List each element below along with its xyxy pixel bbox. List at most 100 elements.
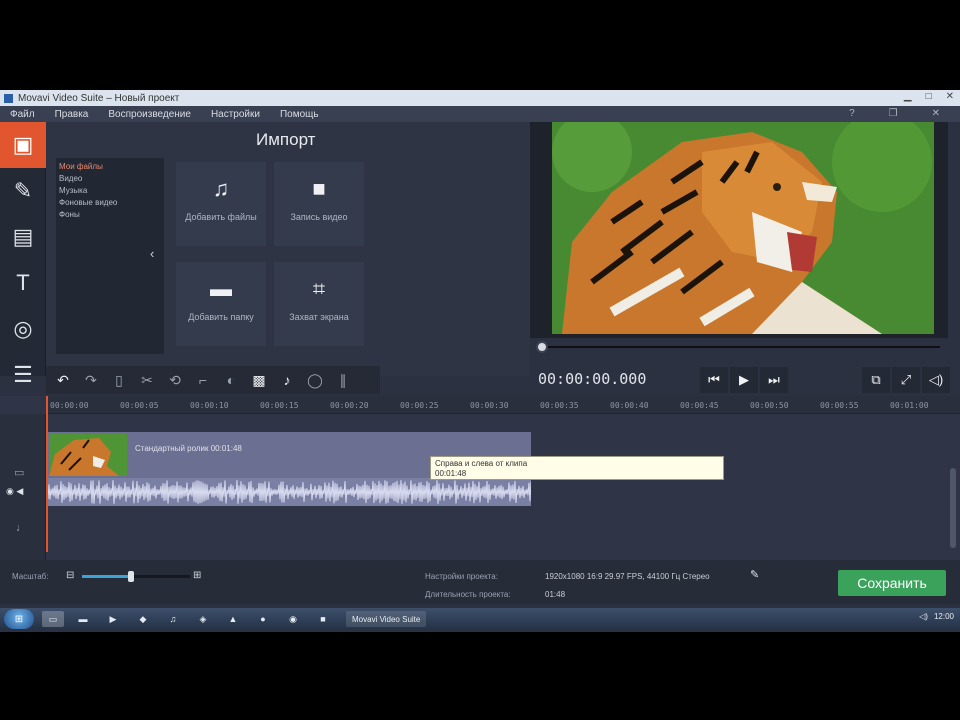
detach-preview-icon[interactable]: ⧉ [862,367,890,393]
color-adjust-icon[interactable]: ◐ [220,369,242,391]
ruler-tick-label: 00:00:25 [400,401,439,410]
ruler-tick-label: 00:00:55 [820,401,859,410]
timeline-ruler[interactable]: 00:00:00 00:00:05 00:00:10 00:00:15 00:00:20… [46,396,960,414]
edit-settings-icon[interactable]: ✎ [750,568,759,581]
taskbar-app5-icon[interactable]: ◉ [282,611,304,627]
add-folder-tile[interactable]: ▬ Добавить папку [176,262,266,346]
category-background-video[interactable]: Фоновые видео [59,198,161,210]
zoom-fill [82,575,131,578]
taskbar-explorer-icon[interactable]: ▭ [42,611,64,627]
taskbar-media-icon[interactable]: ▶ [102,611,124,627]
import-tool-icon[interactable]: ▣ [0,122,46,168]
timecode: 00:00:00.000 [538,370,647,388]
volume-icon[interactable]: ◁) [922,367,950,393]
category-backgrounds[interactable]: Фоны [59,210,161,222]
preview-scrubber[interactable] [536,341,940,353]
import-panel: Импорт Мои файлы Видео Музыка Фоновые ви… [46,122,530,376]
menu-bar: Файл Правка Воспроизведение Настройки По… [0,106,960,122]
taskbar-app6-icon[interactable]: ■ [312,611,334,627]
mute-track-icon[interactable]: ◉ ◀ [6,486,23,497]
taskbar-headphones-icon[interactable]: ♫ [162,611,184,627]
delete-icon[interactable]: ▯ [108,369,130,391]
audio-waveform[interactable] [47,478,531,506]
playhead[interactable] [46,396,48,552]
view-controls: ⧉ ⤢ ◁) [862,367,950,393]
ruler-tick-label: 00:00:50 [750,401,789,410]
help-icon[interactable]: ? [839,108,865,119]
timeline-scrollbar[interactable] [950,468,956,548]
save-button[interactable]: Сохранить [838,570,946,596]
screen-capture-tile[interactable]: ⌗ Захват экрана [274,262,364,346]
skip-end-icon[interactable]: ⏭ [760,367,788,393]
project-settings-label: Настройки проекта: [425,572,498,581]
start-button-icon[interactable]: ⊞ [4,609,34,629]
record-icon[interactable]: ◯ [304,369,326,391]
taskbar-app2-icon[interactable]: ◈ [192,611,214,627]
crop-icon[interactable]: ⌐ [192,369,214,391]
zoom-out-icon[interactable]: ⊟ [66,570,74,581]
tray-volume-icon[interactable]: ◁) [919,612,928,621]
taskbar-app-icon[interactable]: ◆ [132,611,154,627]
ruler-tick-label: 00:01:00 [890,401,929,410]
stickers-tool-icon[interactable]: ◎ [0,306,46,352]
maximize-icon[interactable]: □ [926,91,932,102]
screen-capture-label: Захват экрана [289,312,349,322]
menu-file[interactable]: Файл [0,109,45,120]
taskbar-clock[interactable]: 12:00 [934,612,954,621]
status-bar: Масштаб: ⊟ ⊞ Настройки проекта: 1920x108… [0,560,960,604]
play-icon[interactable]: ▶ [730,367,758,393]
undo-icon[interactable]: ↶ [52,369,74,391]
scrubber-knob[interactable] [536,341,548,353]
project-duration-label: Длительность проекта: [425,590,511,599]
menu-settings[interactable]: Настройки [201,109,270,120]
ruler-tick-label: 00:00:40 [610,401,649,410]
close-icon[interactable]: ✕ [946,91,954,102]
add-files-label: Добавить файлы [185,212,257,222]
microphone-icon[interactable]: ♪ [276,369,298,391]
equalizer-icon[interactable]: ∥ [332,369,354,391]
preview-frame-tiger [552,122,934,334]
add-folder-label: Добавить папку [188,312,254,322]
add-files-tile[interactable]: ♫ Добавить файлы [176,162,266,246]
project-duration-value: 01:48 [545,590,566,599]
menu-edit[interactable]: Правка [45,109,99,120]
zoom-knob[interactable] [127,571,134,582]
panel-controls: ? ❐ ✕ [839,108,950,119]
folder-icon: ▬ [210,276,232,301]
category-video[interactable]: Видео [59,174,161,186]
category-my-files[interactable]: Мои файлы [59,162,161,174]
taskbar-active-task[interactable]: Movavi Video Suite [346,611,427,627]
taskbar-app4-icon[interactable]: ● [252,611,274,627]
filters-tool-icon[interactable]: ✎ [0,168,46,214]
taskbar-folder-icon[interactable]: ▬ [72,611,94,627]
restore-icon[interactable]: ❐ [879,108,908,119]
titles-tool-icon[interactable]: T [0,260,46,306]
more-tools-icon[interactable]: ☰ [0,352,46,398]
taskbar-app3-icon[interactable]: ▲ [222,611,244,627]
menu-playback[interactable]: Воспроизведение [98,109,201,120]
record-video-tile[interactable]: ■ Запись видео [274,162,364,246]
clip-title: Стандартный ролик 00:01:48 [135,444,242,453]
rotate-icon[interactable]: ⟲ [164,369,186,391]
category-music[interactable]: Музыка [59,186,161,198]
redo-icon[interactable]: ↷ [80,369,102,391]
ruler-tick-label: 00:00:45 [680,401,719,410]
ruler-tick-label: 00:00:10 [190,401,229,410]
transitions-tool-icon[interactable]: ▤ [0,214,46,260]
menu-help[interactable]: Помощь [270,109,329,120]
collapse-arrow-icon[interactable]: ‹ [150,246,154,261]
zoom-in-icon[interactable]: ⊞ [193,570,201,581]
image-icon[interactable]: ▩ [248,369,270,391]
zoom-slider[interactable] [82,571,190,582]
skip-start-icon[interactable]: ⏮ [700,367,728,393]
import-title: Импорт [256,130,316,149]
windows-taskbar: ⊞ ▭ ▬ ▶ ◆ ♫ ◈ ▲ ● ◉ ■ Movavi Video Suite… [0,608,960,630]
panel-close-icon[interactable]: ✕ [922,108,950,119]
edit-toolbar: ↶ ↷ ▯ ✂ ⟲ ⌐ ◐ ▩ ♪ ◯ ∥ [46,366,380,394]
music-track-icon[interactable]: ♩ [16,522,27,534]
cut-icon[interactable]: ✂ [136,369,158,391]
fullscreen-icon[interactable]: ⤢ [892,367,920,393]
minimize-icon[interactable]: ▁ [904,91,912,102]
tooltip-line2: 00:01:48 [435,469,467,478]
video-track-icon[interactable]: ▭ [14,466,24,479]
